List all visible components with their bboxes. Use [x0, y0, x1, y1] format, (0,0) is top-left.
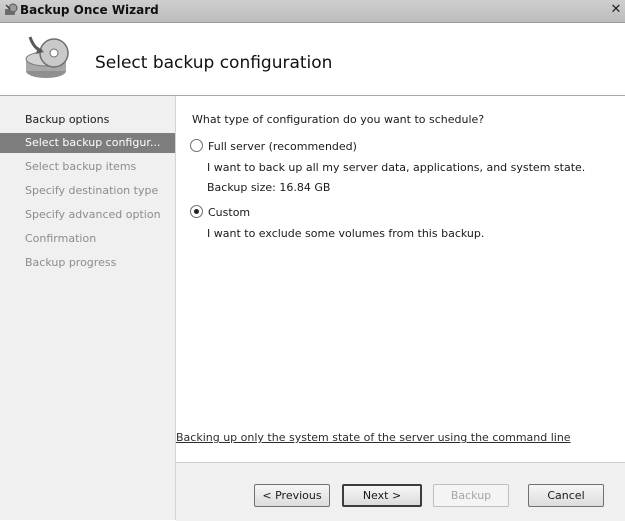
full-server-description: I want to back up all my server data, ap…	[207, 161, 586, 174]
previous-button[interactable]: < Previous	[254, 484, 330, 507]
step-select-backup-items: Select backup items	[25, 160, 137, 173]
backup-size-text: Backup size: 16.84 GB	[207, 181, 331, 194]
wizard-app-icon	[4, 3, 18, 20]
wizard-header: Select backup configuration	[0, 23, 625, 96]
step-specify-advanced-option: Specify advanced option	[25, 208, 161, 221]
custom-radio[interactable]	[190, 205, 203, 218]
cancel-button[interactable]: Cancel	[528, 484, 604, 507]
custom-description: I want to exclude some volumes from this…	[207, 227, 485, 240]
wizard-footer: < Previous Next > Backup Cancel	[176, 462, 625, 521]
step-specify-destination-type: Specify destination type	[25, 184, 159, 197]
step-select-backup-configuration[interactable]: Select backup configur...	[0, 133, 175, 153]
next-button[interactable]: Next >	[342, 484, 422, 507]
system-state-command-line-link[interactable]: Backing up only the system state of the …	[176, 431, 571, 444]
custom-option[interactable]: Custom	[190, 205, 250, 221]
page-title: Select backup configuration	[95, 53, 333, 73]
full-server-label: Full server (recommended)	[208, 140, 357, 153]
full-server-option[interactable]: Full server (recommended)	[190, 139, 357, 155]
backup-button: Backup	[433, 484, 509, 507]
window-title: Backup Once Wizard	[20, 3, 159, 17]
step-backup-options[interactable]: Backup options	[0, 110, 175, 130]
custom-label: Custom	[208, 206, 251, 219]
configuration-question: What type of configuration do you want t…	[192, 113, 485, 126]
wizard-step-list: Backup options Select backup configur...…	[0, 96, 176, 520]
wizard-content: What type of configuration do you want t…	[176, 96, 625, 462]
close-icon[interactable]: ✕	[609, 2, 623, 18]
backup-once-wizard-window: Backup Once Wizard ✕ Select backup confi…	[0, 0, 625, 521]
backup-disk-icon	[20, 29, 76, 88]
step-confirmation: Confirmation	[25, 232, 97, 245]
title-bar[interactable]: Backup Once Wizard ✕	[0, 0, 625, 23]
step-backup-progress: Backup progress	[25, 256, 117, 269]
full-server-radio[interactable]	[190, 139, 203, 152]
